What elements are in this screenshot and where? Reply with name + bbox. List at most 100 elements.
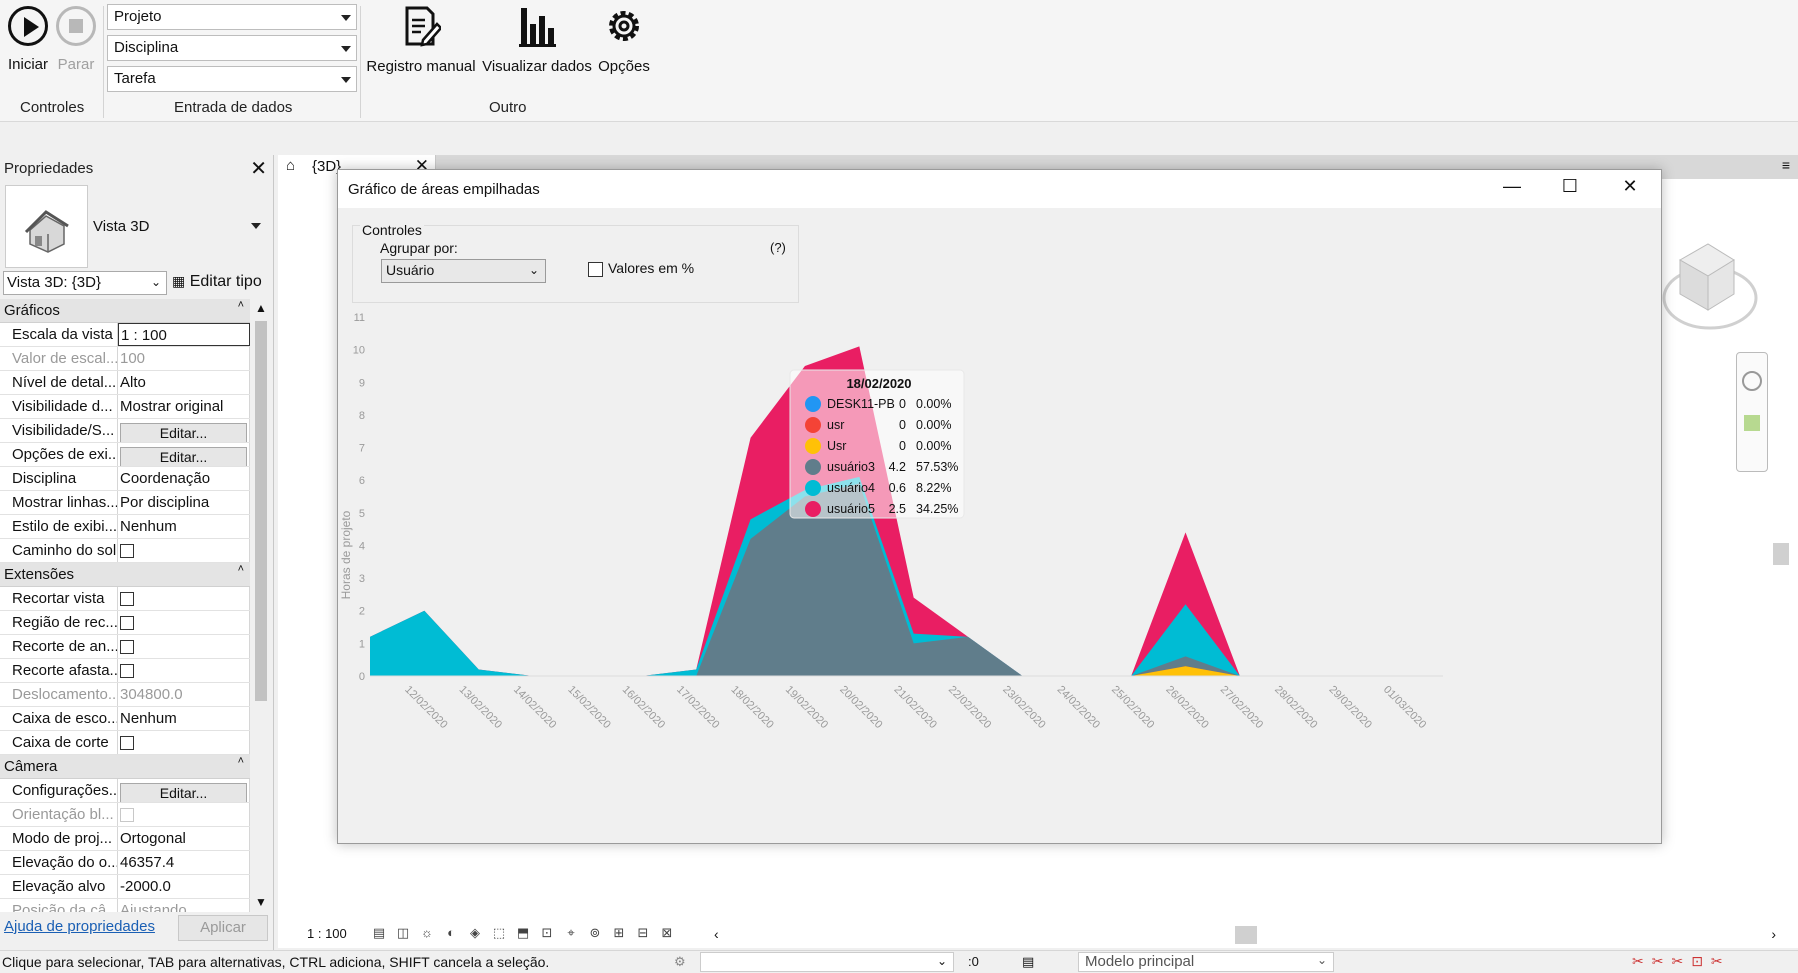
show-crop-icon[interactable]: ⬒	[514, 925, 532, 941]
view-scale[interactable]: 1 : 100	[307, 926, 347, 941]
selection-filter-icons[interactable]: ✂✂✂⊡✂	[1632, 953, 1731, 970]
unlock-view-icon[interactable]: ⊡	[538, 925, 556, 941]
percent-checkbox[interactable]	[588, 262, 603, 277]
task-dropdown[interactable]: Tarefa	[107, 66, 357, 92]
property-value[interactable]: Por disciplina	[118, 491, 250, 514]
scrollbar-thumb[interactable]	[1235, 926, 1257, 944]
chevron-down-icon	[341, 46, 351, 52]
analytical-icon[interactable]: ⊟	[634, 925, 652, 941]
crop-view-icon[interactable]: ⬚	[490, 925, 508, 941]
dialog-titlebar[interactable]: Gráfico de áreas empilhadas — ☐ ✕	[338, 170, 1661, 208]
property-value[interactable]	[118, 731, 250, 754]
category-label: Extensões	[4, 566, 75, 583]
discipline-dropdown[interactable]: Disciplina	[107, 35, 357, 61]
view-vertical-scrollbar[interactable]	[1772, 179, 1790, 919]
property-value[interactable]: Editar...	[118, 779, 250, 802]
property-value[interactable]: -2000.0	[118, 875, 250, 898]
property-value[interactable]	[118, 539, 250, 562]
apply-button[interactable]: Aplicar	[178, 915, 268, 941]
property-checkbox	[120, 808, 134, 822]
property-category[interactable]: Gráficos ˄	[0, 299, 250, 323]
property-value[interactable]: 46357.4	[118, 851, 250, 874]
chevron-down-icon[interactable]	[251, 223, 261, 229]
manual-entry-button[interactable]: Registro manual	[366, 4, 476, 75]
zoom-region-icon[interactable]	[1744, 415, 1760, 431]
property-value[interactable]: Mostrar original	[118, 395, 250, 418]
edit-button[interactable]: Editar...	[120, 423, 247, 442]
property-value[interactable]	[118, 611, 250, 634]
property-value[interactable]: Alto	[118, 371, 250, 394]
reveal-hidden-icon[interactable]: ⊚	[586, 925, 604, 941]
property-value[interactable]	[118, 587, 250, 610]
workset-dropdown[interactable]: ⌄	[700, 952, 954, 972]
help-button[interactable]: (?)	[770, 240, 786, 255]
close-icon[interactable]: ✕	[250, 156, 267, 181]
property-checkbox[interactable]	[120, 592, 134, 606]
scroll-left-icon[interactable]: ‹	[714, 926, 719, 942]
steering-wheel-icon[interactable]	[1742, 371, 1762, 391]
maximize-icon[interactable]: ☐	[1547, 176, 1593, 202]
edit-type-button[interactable]: ▦ Editar tipo	[172, 273, 262, 291]
x-tick-label: 15/02/2020	[565, 684, 612, 731]
property-value[interactable]: Coordenação	[118, 467, 250, 490]
stop-button[interactable]: Parar	[52, 6, 100, 73]
property-value[interactable]: Nenhum	[118, 515, 250, 538]
property-value[interactable]	[118, 635, 250, 658]
property-category[interactable]: Câmera ˄	[0, 755, 250, 779]
rendering-icon[interactable]: ◈	[466, 925, 484, 941]
shadows-icon[interactable]: ◐	[442, 925, 460, 941]
view-horizontal-scrollbar[interactable]: ‹ ›	[714, 926, 1776, 944]
properties-help-link[interactable]: Ajuda de propriedades	[4, 918, 155, 935]
editable-only-icon[interactable]: ▤	[1022, 954, 1034, 970]
edit-button[interactable]: Editar...	[120, 447, 247, 466]
tooltip-row: DESK11-PB 0 0.00%	[805, 396, 951, 412]
collapse-icon[interactable]: ˄	[238, 563, 244, 575]
property-row: Caminho do sol	[0, 539, 250, 563]
property-checkbox[interactable]	[120, 664, 134, 678]
close-icon[interactable]: ✕	[1607, 176, 1653, 202]
edit-button[interactable]: Editar...	[120, 783, 247, 802]
scroll-down-icon[interactable]: ▼	[255, 895, 267, 909]
properties-scrollbar[interactable]: ▲ ▼	[252, 299, 270, 912]
navigation-bar[interactable]	[1736, 352, 1768, 472]
start-button[interactable]: Iniciar	[4, 6, 52, 73]
property-value[interactable]: 1 : 100	[118, 323, 250, 346]
scroll-up-icon[interactable]: ▲	[255, 301, 267, 315]
scroll-right-icon[interactable]: ›	[1771, 926, 1776, 942]
property-checkbox[interactable]	[120, 640, 134, 654]
property-value[interactable]: Editar...	[118, 443, 250, 466]
design-option-dropdown[interactable]: Modelo principal ⌄	[1078, 952, 1334, 972]
hide-isolate-icon[interactable]: ⌖	[562, 925, 580, 941]
property-checkbox[interactable]	[120, 544, 134, 558]
property-value[interactable]	[118, 659, 250, 682]
view-data-button[interactable]: Visualizar dados	[482, 4, 592, 75]
property-value[interactable]: Editar...	[118, 419, 250, 442]
property-checkbox[interactable]	[120, 616, 134, 630]
property-value[interactable]: Ortogonal	[118, 827, 250, 850]
property-row: Mostrar linhas... Por disciplina	[0, 491, 250, 515]
scrollbar-thumb[interactable]	[1773, 543, 1789, 565]
property-category[interactable]: Extensões ˄	[0, 563, 250, 587]
project-dropdown[interactable]: Projeto	[107, 4, 357, 30]
property-row: Configurações... Editar...	[0, 779, 250, 803]
highlight-icon[interactable]: ⊠	[658, 925, 676, 941]
sun-path-icon[interactable]: ☼	[418, 925, 436, 941]
detail-level-icon[interactable]: ▤	[370, 925, 388, 941]
property-checkbox[interactable]	[120, 736, 134, 750]
options-button[interactable]: Opções	[594, 4, 654, 75]
menu-icon[interactable]: ≡	[1782, 157, 1790, 173]
property-name: Escala da vista	[0, 323, 118, 346]
collapse-icon[interactable]: ˄	[238, 755, 244, 767]
scrollbar-thumb[interactable]	[255, 321, 267, 701]
filter-count[interactable]: :0	[968, 954, 979, 969]
worksets-icon[interactable]: ⚙	[674, 954, 686, 970]
view-selector[interactable]: Vista 3D: {3D} ⌄	[3, 271, 167, 295]
x-tick-label: 28/02/2020	[1272, 684, 1319, 731]
minimize-icon[interactable]: —	[1489, 176, 1535, 202]
temp-view-icon[interactable]: ⊞	[610, 925, 628, 941]
collapse-icon[interactable]: ˄	[238, 299, 244, 311]
property-value[interactable]: Nenhum	[118, 707, 250, 730]
visual-style-icon[interactable]: ◫	[394, 925, 412, 941]
group-by-select[interactable]: Usuário ⌄	[381, 259, 546, 283]
viewcube-icon[interactable]	[1650, 230, 1760, 340]
